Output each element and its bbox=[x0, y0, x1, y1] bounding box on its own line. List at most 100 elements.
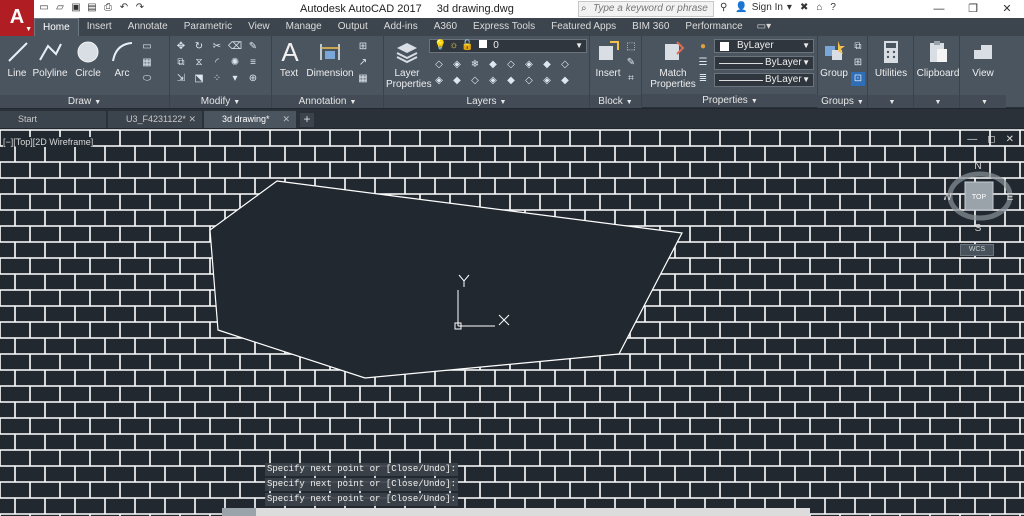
sign-in-button[interactable]: 👤 Sign In ▾ bbox=[735, 2, 792, 13]
viewport-controls-label[interactable]: [−][Top][2D Wireframe] bbox=[3, 137, 94, 147]
erase-icon[interactable]: ⌫ bbox=[228, 40, 242, 54]
polyline-button[interactable]: Polyline bbox=[32, 38, 68, 79]
redo-icon[interactable]: ↷ bbox=[134, 2, 146, 14]
close-icon[interactable]: ✕ bbox=[188, 111, 196, 128]
chevron-down-icon[interactable]: ▾ bbox=[228, 72, 242, 86]
layer-copy-icon[interactable]: ◆ bbox=[504, 74, 518, 88]
linetype-dropdown[interactable]: ByLayer ▼ bbox=[714, 56, 814, 70]
line-button[interactable]: Line bbox=[4, 38, 30, 79]
layer-dropdown[interactable]: 💡 ☼ 🔓 0 ▼ bbox=[429, 39, 587, 53]
tab-output[interactable]: Output bbox=[330, 18, 376, 36]
minimize-viewport-icon[interactable]: — bbox=[967, 134, 977, 145]
block-attribute-icon[interactable]: ⌗ bbox=[624, 72, 638, 86]
new-icon[interactable]: ▭ bbox=[38, 2, 50, 14]
lineweight-icon[interactable]: ≣ bbox=[696, 72, 710, 86]
stretch-icon[interactable]: ⇲ bbox=[174, 72, 188, 86]
undo-icon[interactable]: ↶ bbox=[118, 2, 130, 14]
offset-icon[interactable]: ≡ bbox=[246, 56, 260, 70]
linetype-icon[interactable]: ☰ bbox=[696, 56, 710, 70]
tab-add-ins[interactable]: Add-ins bbox=[376, 18, 426, 36]
text-button[interactable]: A Text bbox=[276, 38, 302, 79]
command-input[interactable] bbox=[222, 508, 810, 516]
drawn-polyline[interactable] bbox=[0, 128, 1024, 516]
tab-featured-apps[interactable]: Featured Apps bbox=[543, 18, 624, 36]
file-tab-start[interactable]: Start bbox=[0, 111, 106, 128]
layer-on-icon[interactable]: ◈ bbox=[432, 74, 446, 88]
maximize-button[interactable]: ❐ bbox=[956, 0, 990, 18]
tab-bim-360[interactable]: BIM 360 bbox=[624, 18, 677, 36]
array-icon[interactable]: ⁘ bbox=[210, 72, 224, 86]
circle-button[interactable]: Circle bbox=[72, 38, 104, 79]
tab-performance[interactable]: Performance bbox=[677, 18, 750, 36]
exchange-icon[interactable]: ✖ bbox=[800, 2, 808, 13]
search-input[interactable]: ⌕ Type a keyword or phrase bbox=[578, 1, 714, 17]
rotate-icon[interactable]: ↻ bbox=[192, 40, 206, 54]
rectangle-icon[interactable]: ▭ bbox=[140, 40, 154, 54]
lineweight-dropdown[interactable]: ByLayer ▼ bbox=[714, 73, 814, 87]
tab-annotate[interactable]: Annotate bbox=[120, 18, 176, 36]
join-icon[interactable]: ⊕ bbox=[246, 72, 260, 86]
copy-icon[interactable]: ⧉ bbox=[174, 56, 188, 70]
mirror-icon[interactable]: ⧖ bbox=[192, 56, 206, 70]
layer-merge-icon[interactable]: ◇ bbox=[558, 58, 572, 72]
tab-a360[interactable]: A360 bbox=[426, 18, 465, 36]
modify-panel-footer[interactable]: Modify ▼ bbox=[170, 95, 271, 108]
ellipse-icon[interactable]: ⬭ bbox=[140, 72, 154, 86]
create-block-icon[interactable]: ⬚ bbox=[624, 40, 638, 54]
drawing-area[interactable]: [−][Top][2D Wireframe] — ◻ ✕ TOP N S E W… bbox=[0, 128, 1024, 516]
groups-panel-footer[interactable]: Groups ▼ bbox=[818, 95, 867, 108]
restore-viewport-icon[interactable]: ◻ bbox=[987, 134, 995, 145]
layer-lock-icon[interactable]: ◆ bbox=[486, 58, 500, 72]
close-button[interactable]: ✕ bbox=[990, 0, 1024, 18]
table-style-icon[interactable]: ▦ bbox=[356, 72, 370, 86]
command-close-icon[interactable] bbox=[222, 508, 256, 516]
tab-insert[interactable]: Insert bbox=[79, 18, 120, 36]
save-as-icon[interactable]: ▤ bbox=[86, 2, 98, 14]
color-dropdown[interactable]: ByLayer ▼ bbox=[714, 39, 814, 53]
trim-icon[interactable]: ✂ bbox=[210, 40, 224, 54]
layer-off-icon[interactable]: ◇ bbox=[432, 58, 446, 72]
wcs-menu-button[interactable]: WCS bbox=[960, 244, 994, 256]
table-icon[interactable]: ⊞ bbox=[356, 40, 370, 54]
layer-walk-icon[interactable]: ◆ bbox=[540, 58, 554, 72]
dimension-button[interactable]: Dimension bbox=[306, 38, 354, 79]
save-icon[interactable]: ▣ bbox=[70, 2, 82, 14]
pencil-icon[interactable]: ✎ bbox=[246, 40, 260, 54]
view-panel-footer[interactable]: ▼ bbox=[960, 95, 1006, 108]
layer-state-icon[interactable]: ◇ bbox=[522, 74, 536, 88]
minimize-button[interactable]: — bbox=[922, 0, 956, 18]
annotation-panel-footer[interactable]: Annotation ▼ bbox=[272, 95, 383, 108]
hatch-icon[interactable]: ▦ bbox=[140, 56, 154, 70]
tab-express-tools[interactable]: Express Tools bbox=[465, 18, 543, 36]
layer-current-icon[interactable]: ◈ bbox=[486, 74, 500, 88]
utilities-panel-footer[interactable]: ▼ bbox=[868, 95, 913, 108]
file-tab-u3[interactable]: U3_F4231122* ✕ bbox=[108, 111, 202, 128]
ribbon-options-icon[interactable]: ▭▾ bbox=[751, 18, 777, 36]
close-icon[interactable]: ✕ bbox=[282, 111, 290, 128]
leader-icon[interactable]: ↗ bbox=[356, 56, 370, 70]
application-menu-button[interactable]: A ▼ bbox=[0, 0, 34, 36]
layers-panel-footer[interactable]: Layers ▼ bbox=[384, 95, 589, 108]
file-tab-3d-drawing[interactable]: 3d drawing* ✕ bbox=[204, 111, 296, 128]
tab-manage[interactable]: Manage bbox=[278, 18, 330, 36]
edit-block-icon[interactable]: ✎ bbox=[624, 56, 638, 70]
print-icon[interactable]: ⎙ bbox=[102, 2, 114, 14]
tab-parametric[interactable]: Parametric bbox=[176, 18, 240, 36]
explode-icon[interactable]: ✺ bbox=[228, 56, 242, 70]
view-button[interactable]: View bbox=[962, 38, 1004, 79]
layer-delete-icon[interactable]: ◈ bbox=[540, 74, 554, 88]
layer-change-icon[interactable]: ◆ bbox=[558, 74, 572, 88]
layer-isolate-icon[interactable]: ◈ bbox=[450, 58, 464, 72]
new-tab-button[interactable]: + bbox=[300, 113, 314, 127]
layer-properties-button[interactable]: Layer Properties bbox=[386, 38, 432, 90]
tab-home[interactable]: Home bbox=[34, 18, 79, 36]
tab-view[interactable]: View bbox=[240, 18, 278, 36]
layer-unlock-icon[interactable]: ◇ bbox=[468, 74, 482, 88]
arc-button[interactable]: Arc bbox=[108, 38, 136, 79]
draw-panel-footer[interactable]: Draw ▼ bbox=[0, 95, 169, 108]
layer-match-icon[interactable]: ◇ bbox=[504, 58, 518, 72]
open-icon[interactable]: ▱ bbox=[54, 2, 66, 14]
match-properties-button[interactable]: Match Properties bbox=[650, 38, 696, 90]
properties-panel-footer[interactable]: Properties ▼ bbox=[642, 94, 818, 107]
group-edit-icon[interactable]: ⊞ bbox=[851, 56, 865, 70]
